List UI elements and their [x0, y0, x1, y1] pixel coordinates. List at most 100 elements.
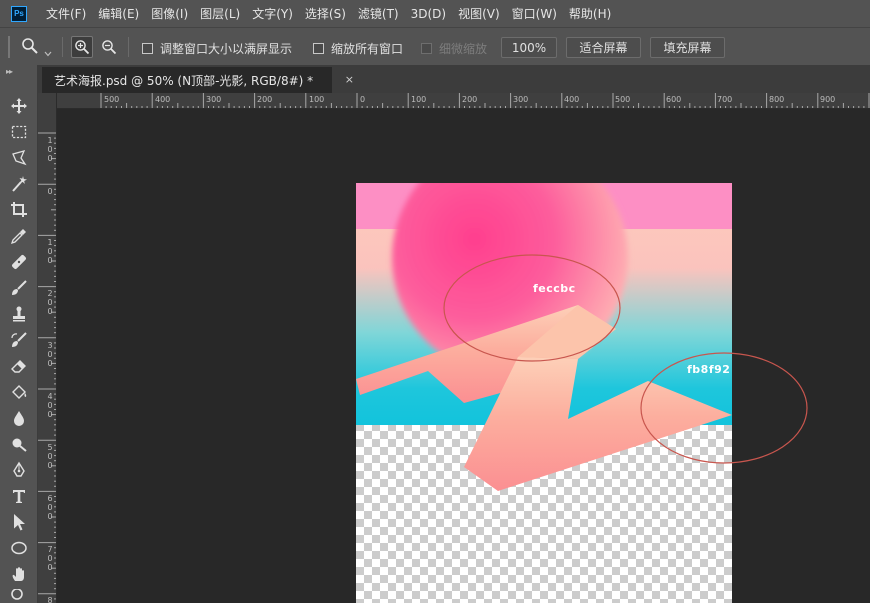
horizontal-ruler[interactable]: 500 400 300 200 100 0 100 200 300 400 50… — [57, 93, 870, 109]
ruler-label: 300 — [47, 341, 53, 368]
zoom-all-windows-checkbox[interactable]: 缩放所有窗口 — [313, 40, 403, 57]
ruler-label: 900 — [820, 95, 836, 104]
options-bar: 调整窗口大小以满屏显示 缩放所有窗口 细微缩放 100% 适合屏幕 填充屏幕 — [0, 27, 870, 65]
document-tab-title: 艺术海报.psd @ 50% (N顶部-光影, RGB/8#) * — [54, 73, 314, 88]
zoom-in-icon — [75, 40, 90, 55]
ruler-label: 500 — [47, 443, 53, 470]
ruler-label: 500 — [104, 95, 120, 104]
ruler-label: 600 — [666, 95, 682, 104]
zoom-100-button[interactable]: 100% — [501, 37, 557, 58]
checkbox-box[interactable] — [313, 43, 324, 54]
brush-tool[interactable] — [7, 277, 31, 299]
menu-filter[interactable]: 滤镜(T) — [358, 5, 399, 22]
magic-wand-tool[interactable] — [7, 173, 31, 195]
fill-screen-button[interactable]: 填充屏幕 — [650, 37, 725, 58]
ruler-label: 800 — [47, 596, 53, 603]
pen-tool[interactable] — [7, 459, 31, 481]
menu-edit[interactable]: 编辑(E) — [98, 5, 139, 22]
eyedropper-tool[interactable] — [7, 225, 31, 247]
dodge-tool[interactable] — [7, 433, 31, 455]
annotation-ellipse — [640, 352, 808, 464]
history-brush-tool[interactable] — [7, 329, 31, 351]
ruler-label: 200 — [462, 95, 478, 104]
fit-screen-button[interactable]: 适合屏幕 — [566, 37, 641, 58]
path-selection-tool[interactable] — [7, 511, 31, 533]
zoom-all-windows-label: 缩放所有窗口 — [331, 42, 404, 56]
paint-bucket-icon — [12, 385, 27, 399]
blur-icon — [14, 411, 24, 426]
menu-type[interactable]: 文字(Y) — [252, 5, 293, 22]
ellipse-tool[interactable] — [7, 537, 31, 559]
menu-help[interactable]: 帮助(H) — [569, 5, 611, 22]
ruler-label: 400 — [564, 95, 580, 104]
menu-layer[interactable]: 图层(L) — [200, 5, 240, 22]
lasso-tool[interactable] — [7, 147, 31, 169]
chevron-down-icon[interactable] — [44, 42, 52, 61]
scrubby-zoom-label: 细微缩放 — [439, 42, 488, 56]
ruler-label: 600 — [47, 494, 53, 521]
collapse-toolbox-icon[interactable]: ▸▸ — [6, 67, 13, 76]
toolbox: ▸▸ — [0, 65, 38, 603]
ruler-label: 200 — [47, 289, 53, 316]
separator — [62, 37, 63, 57]
zoom-tool-icon — [11, 589, 23, 600]
clone-stamp-tool[interactable] — [7, 303, 31, 325]
move-tool[interactable] — [7, 95, 31, 117]
vertical-ruler[interactable]: 100 0 100 200 300 400 500 600 700 800 — [38, 93, 57, 603]
crop-icon — [11, 202, 27, 217]
menu-select[interactable]: 选择(S) — [305, 5, 346, 22]
ruler-label: 100 — [309, 95, 325, 104]
blur-tool[interactable] — [7, 407, 31, 429]
eraser-icon — [11, 360, 26, 373]
menu-view[interactable]: 视图(V) — [458, 5, 500, 22]
scrubby-zoom-checkbox: 细微缩放 — [421, 40, 487, 57]
checkbox-box[interactable] — [142, 43, 153, 54]
pen-icon — [13, 461, 25, 477]
resize-windows-checkbox[interactable]: 调整窗口大小以满屏显示 — [142, 40, 292, 57]
crop-tool[interactable] — [7, 199, 31, 221]
magic-wand-icon — [12, 176, 27, 192]
healing-brush-tool[interactable] — [7, 251, 31, 273]
brush-icon — [12, 280, 27, 295]
eraser-tool[interactable] — [7, 355, 31, 377]
ruler-label: 500 — [615, 95, 631, 104]
zoom-tool[interactable] — [7, 589, 31, 603]
menu-image[interactable]: 图像(I) — [151, 5, 188, 22]
photoshop-logo-icon: Ps — [11, 5, 27, 22]
ruler-label: 300 — [513, 95, 529, 104]
marquee-tool[interactable] — [7, 121, 31, 143]
menu-window[interactable]: 窗口(W) — [512, 5, 557, 22]
ruler-label: 0 — [360, 95, 366, 104]
ruler-label: 400 — [47, 392, 53, 419]
ellipse-icon — [11, 541, 27, 555]
paint-bucket-tool[interactable] — [7, 381, 31, 403]
path-selection-icon — [14, 514, 25, 531]
zoom-in-button[interactable] — [71, 36, 93, 58]
color-annotation-feccbc: feccbc — [533, 282, 576, 295]
document-tab-bar: 艺术海报.psd @ 50% (N顶部-光影, RGB/8#) * × — [38, 65, 870, 93]
menu-3d[interactable]: 3D(D) — [411, 7, 446, 21]
close-icon[interactable]: × — [345, 73, 354, 86]
ruler-label: 300 — [206, 95, 222, 104]
resize-windows-label: 调整窗口大小以满屏显示 — [160, 42, 293, 56]
dodge-icon — [12, 438, 27, 452]
hand-tool[interactable] — [7, 563, 31, 585]
ruler-label: 800 — [769, 95, 785, 104]
options-grip[interactable] — [8, 36, 10, 58]
zoom-out-button[interactable] — [98, 36, 120, 58]
separator — [128, 37, 129, 57]
ruler-label: 0 — [47, 187, 53, 196]
clone-stamp-icon — [13, 306, 25, 322]
zoom-tool-preset-icon[interactable] — [21, 37, 39, 59]
hand-icon — [12, 567, 24, 581]
ruler-label: 200 — [257, 95, 273, 104]
type-tool[interactable] — [7, 485, 31, 507]
ruler-label: 100 — [411, 95, 427, 104]
eyedropper-icon — [10, 229, 26, 245]
marquee-icon — [11, 125, 27, 139]
move-icon — [11, 98, 27, 114]
lasso-icon — [12, 150, 27, 166]
document-tab[interactable]: 艺术海报.psd @ 50% (N顶部-光影, RGB/8#) * × — [42, 67, 354, 93]
menu-file[interactable]: 文件(F) — [46, 5, 86, 22]
ruler-label: 100 — [47, 238, 53, 265]
